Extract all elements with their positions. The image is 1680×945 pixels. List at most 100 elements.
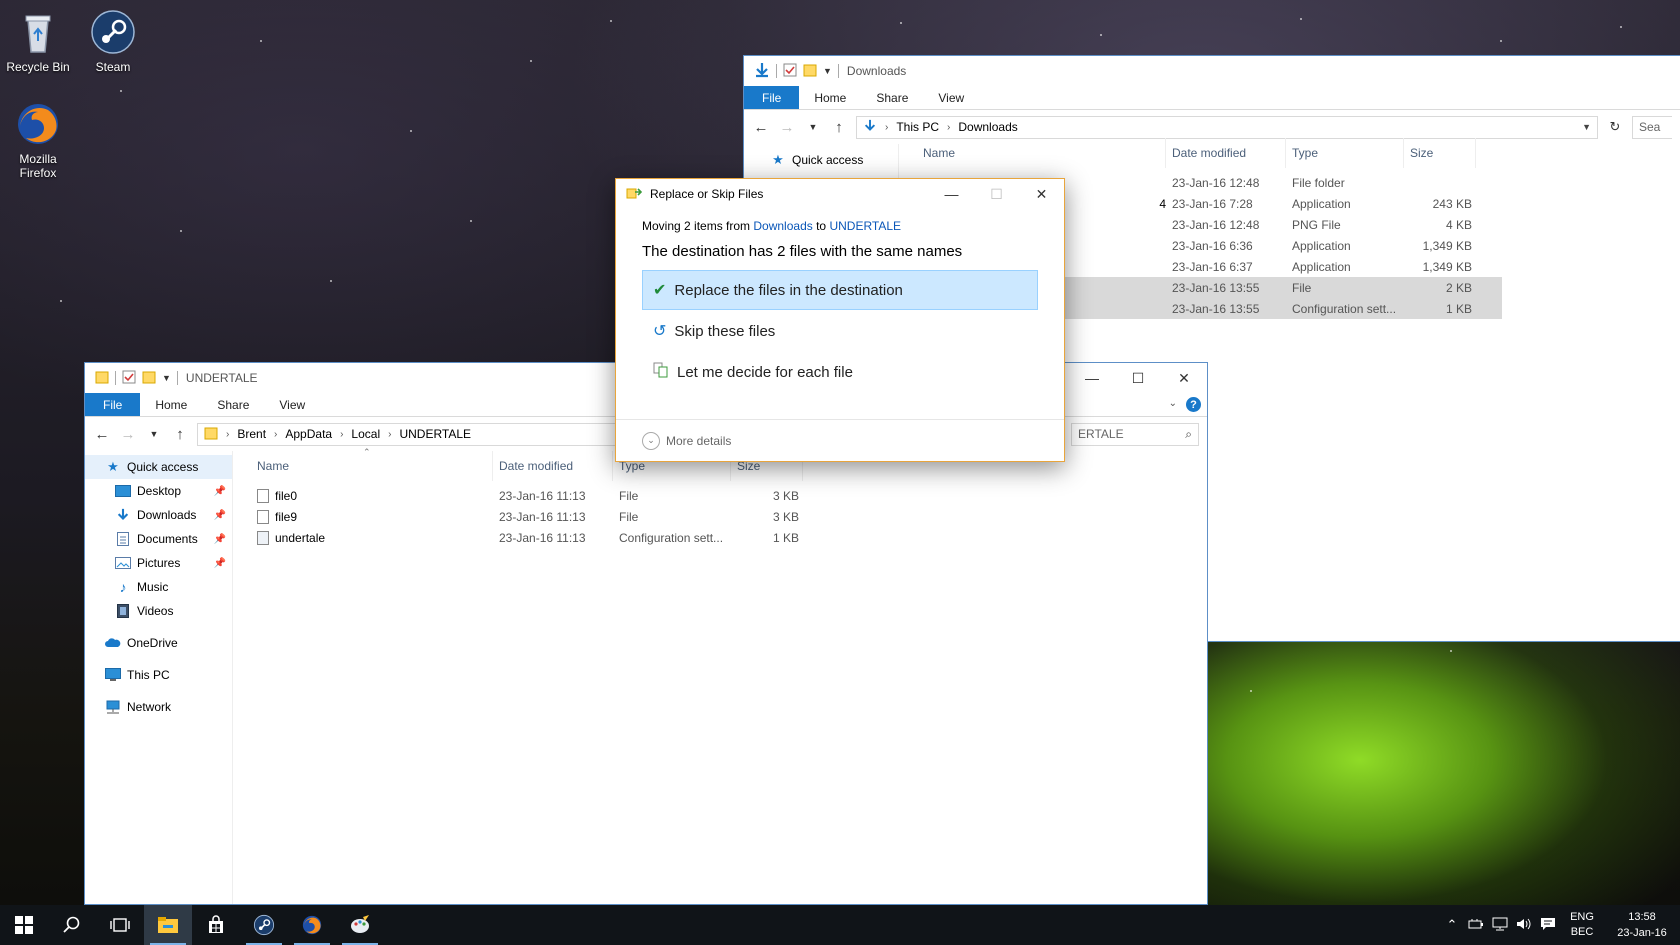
tab-share[interactable]: Share — [861, 86, 923, 109]
start-button[interactable] — [0, 905, 48, 945]
forward-arrow-icon[interactable]: → — [778, 119, 796, 136]
search-button[interactable] — [48, 905, 96, 945]
desktop-icon-steam[interactable]: Steam — [75, 8, 151, 74]
back-arrow-icon[interactable]: ← — [93, 426, 111, 443]
back-arrow-icon[interactable]: ← — [752, 119, 770, 136]
show-hidden-icons-chevron-icon[interactable]: ⌃ — [1440, 917, 1464, 933]
help-icon[interactable]: ? — [1186, 397, 1201, 412]
breadcrumb-item[interactable]: UNDERTALE — [399, 427, 471, 441]
input-language-indicator[interactable]: ENG BEC — [1560, 910, 1604, 940]
computer-icon — [105, 668, 121, 682]
taskbar-firefox[interactable] — [288, 905, 336, 945]
search-input[interactable]: Sea — [1632, 115, 1672, 139]
folder-icon[interactable] — [95, 370, 109, 387]
nav-item-quick-access[interactable]: ★ Quick access — [744, 148, 898, 172]
task-view-button[interactable] — [96, 905, 144, 945]
maximize-icon: ☐ — [990, 185, 1003, 202]
nav-item-label: Videos — [137, 604, 174, 618]
more-details-toggle[interactable]: ⌄ More details — [616, 419, 1064, 461]
customize-toolbar-chevron-icon[interactable]: ▼ — [823, 66, 832, 76]
new-folder-icon[interactable] — [142, 370, 156, 387]
column-header-type[interactable]: Type — [1286, 138, 1404, 168]
taskbar-paint[interactable] — [336, 905, 384, 945]
chevron-down-icon: ⌄ — [642, 431, 660, 450]
tab-view[interactable]: View — [264, 393, 320, 416]
expand-ribbon-chevron-icon[interactable]: ⌄ — [1169, 398, 1177, 409]
column-header-size[interactable]: Size — [1404, 138, 1476, 168]
steam-icon — [253, 914, 275, 936]
customize-toolbar-chevron-icon[interactable]: ▼ — [162, 373, 171, 383]
tab-file[interactable]: File — [744, 86, 800, 109]
taskbar-store[interactable] — [192, 905, 240, 945]
breadcrumb-item[interactable]: Downloads — [958, 120, 1017, 134]
source-folder-link[interactable]: Downloads — [753, 219, 812, 233]
pin-icon[interactable]: 📌 — [214, 534, 226, 545]
column-header-name[interactable]: Name — [251, 451, 493, 481]
breadcrumb-item[interactable]: This PC — [896, 120, 939, 134]
up-arrow-icon[interactable]: ↑ — [830, 119, 848, 136]
nav-item-label: Desktop — [137, 484, 182, 498]
tab-home[interactable]: Home — [140, 393, 202, 416]
table-row[interactable]: file9 23-Jan-16 11:13 File 3 KB — [251, 506, 1207, 527]
minimize-icon[interactable]: — — [929, 179, 974, 209]
network-icon[interactable] — [1488, 917, 1512, 934]
tab-view[interactable]: View — [923, 86, 979, 109]
replace-files-option[interactable]: ✔ Replace the files in the destination — [642, 270, 1038, 310]
recent-locations-chevron-icon[interactable]: ▼ — [804, 122, 822, 132]
nav-item-network[interactable]: Network — [85, 695, 232, 719]
decide-each-file-option[interactable]: Let me decide for each file — [642, 352, 1038, 392]
volume-speaker-icon[interactable] — [1512, 917, 1536, 934]
tab-home[interactable]: Home — [799, 86, 861, 109]
properties-check-icon[interactable] — [783, 63, 797, 80]
pin-icon[interactable]: 📌 — [214, 510, 226, 521]
tab-share[interactable]: Share — [202, 393, 264, 416]
close-icon[interactable]: ✕ — [1161, 363, 1207, 393]
nav-item-quick-access[interactable]: ★ Quick access — [85, 455, 232, 479]
nav-item-pictures[interactable]: Pictures 📌 — [85, 551, 232, 575]
minimize-icon[interactable]: — — [1069, 363, 1115, 393]
recent-locations-chevron-icon[interactable]: ▼ — [145, 429, 163, 439]
firefox-icon — [14, 100, 62, 148]
column-header-name[interactable]: Name — [917, 138, 1166, 168]
address-dropdown-chevron-icon[interactable]: ▼ — [1582, 122, 1591, 132]
breadcrumb-item[interactable]: Local — [351, 427, 380, 441]
nav-item-this-pc[interactable]: This PC — [85, 663, 232, 687]
up-arrow-icon[interactable]: ↑ — [171, 426, 189, 443]
search-input[interactable]: ERTALE ⌕ — [1071, 422, 1199, 446]
nav-item-music[interactable]: ♪ Music — [85, 575, 232, 599]
column-header-date[interactable]: Date modified — [493, 451, 613, 481]
pin-icon[interactable]: 📌 — [214, 558, 226, 569]
table-row[interactable]: file0 23-Jan-16 11:13 File 3 KB — [251, 485, 1207, 506]
properties-check-icon[interactable] — [122, 370, 136, 387]
table-row[interactable]: undertale 23-Jan-16 11:13 Configuration … — [251, 527, 1207, 548]
action-center-icon[interactable] — [1536, 917, 1560, 934]
pin-icon[interactable]: 📌 — [214, 486, 226, 497]
refresh-icon[interactable]: ↻ — [1606, 119, 1624, 135]
breadcrumb-separator-icon: › — [885, 121, 889, 133]
forward-arrow-icon[interactable]: → — [119, 426, 137, 443]
destination-folder-link[interactable]: UNDERTALE — [829, 219, 901, 233]
power-plug-icon[interactable] — [1464, 918, 1488, 933]
taskbar-file-explorer[interactable] — [144, 905, 192, 945]
maximize-icon[interactable]: ☐ — [1115, 363, 1161, 393]
nav-item-desktop[interactable]: Desktop 📌 — [85, 479, 232, 503]
taskbar-steam[interactable] — [240, 905, 288, 945]
download-arrow-icon[interactable] — [754, 62, 770, 81]
address-bar[interactable]: › This PC › Downloads ▼ — [856, 115, 1598, 139]
new-folder-icon[interactable] — [803, 63, 817, 80]
skip-files-option[interactable]: ↺ Skip these files — [642, 311, 1038, 351]
nav-item-downloads[interactable]: Downloads 📌 — [85, 503, 232, 527]
desktop-icon-recycle-bin[interactable]: Recycle Bin — [0, 8, 76, 74]
tab-file[interactable]: File — [85, 393, 141, 416]
breadcrumb-item[interactable]: Brent — [237, 427, 266, 441]
desktop-icon-firefox[interactable]: Mozilla Firefox — [0, 100, 76, 180]
clock[interactable]: 13:58 23-Jan-16 — [1604, 909, 1680, 941]
dialog-body: Moving 2 items from Downloads to UNDERTA… — [616, 219, 1064, 392]
breadcrumb-item[interactable]: AppData — [285, 427, 332, 441]
nav-item-documents[interactable]: Documents 📌 — [85, 527, 232, 551]
nav-item-onedrive[interactable]: OneDrive — [85, 631, 232, 655]
nav-item-videos[interactable]: Videos — [85, 599, 232, 623]
compare-files-icon — [653, 362, 669, 382]
close-icon[interactable]: ✕ — [1019, 179, 1064, 209]
column-header-date[interactable]: Date modified — [1166, 138, 1286, 168]
